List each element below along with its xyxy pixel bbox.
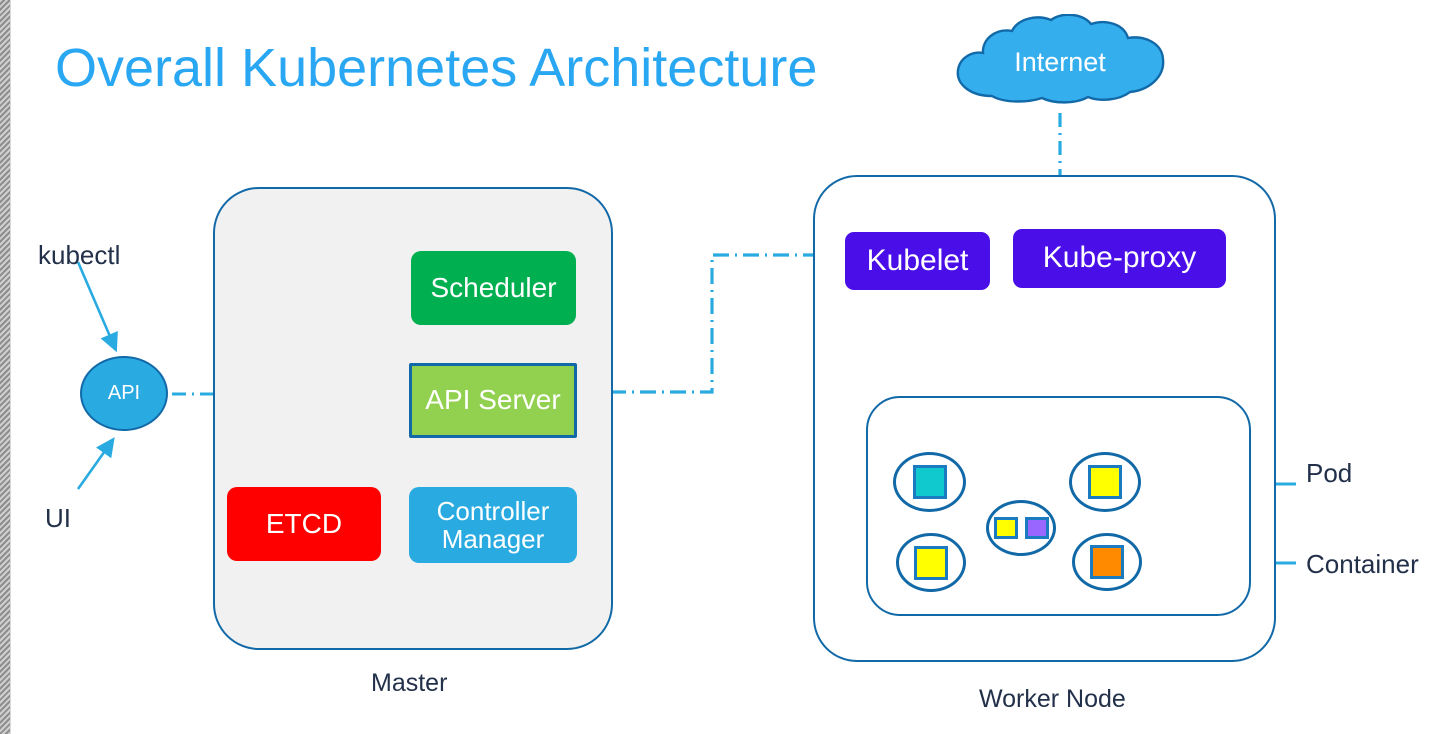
- scheduler-label: Scheduler: [430, 271, 557, 303]
- container[interactable]: [914, 545, 948, 580]
- etcd-label: ETCD: [265, 507, 343, 539]
- kube-proxy-label: Kube-proxy: [1042, 241, 1197, 275]
- left-hatched-gutter: [0, 0, 11, 734]
- kube-proxy-component[interactable]: Kube-proxy: [1013, 229, 1226, 288]
- api-circle-label: API: [107, 382, 141, 404]
- pod-legend-label: Pod: [1306, 458, 1353, 488]
- diagram-canvas: Overall Kubernetes Architecture Internet…: [0, 0, 1434, 734]
- scheduler-component[interactable]: Scheduler: [411, 251, 576, 325]
- api-entrypoint-circle[interactable]: API: [80, 356, 168, 431]
- api-server-label: API Server: [425, 384, 561, 416]
- container[interactable]: [993, 517, 1018, 539]
- pod[interactable]: [1072, 533, 1142, 591]
- container[interactable]: [1088, 465, 1122, 499]
- controller-manager-label: Controller Manager: [436, 495, 550, 554]
- ui-label: UI: [45, 503, 71, 533]
- pod[interactable]: [896, 533, 966, 592]
- container-legend-label: Container: [1306, 549, 1419, 579]
- etcd-component[interactable]: ETCD: [227, 487, 381, 561]
- controller-manager-component[interactable]: Controller Manager: [409, 487, 577, 563]
- container[interactable]: [1024, 517, 1049, 539]
- page-title: Overall Kubernetes Architecture: [55, 38, 818, 98]
- api-server-component[interactable]: API Server: [409, 363, 577, 438]
- worker-node-label: Worker Node: [979, 685, 1126, 713]
- kubelet-component[interactable]: Kubelet: [845, 232, 990, 290]
- pod[interactable]: [1069, 452, 1141, 512]
- container[interactable]: [912, 465, 947, 499]
- cloud-icon: [956, 13, 1165, 104]
- container[interactable]: [1090, 545, 1124, 579]
- kubelet-label: Kubelet: [866, 243, 969, 277]
- kubectl-label: kubectl: [38, 240, 121, 270]
- internet-cloud: Internet: [940, 13, 1180, 110]
- pod[interactable]: [986, 500, 1056, 556]
- pod[interactable]: [893, 452, 966, 512]
- master-node-label: Master: [371, 669, 448, 697]
